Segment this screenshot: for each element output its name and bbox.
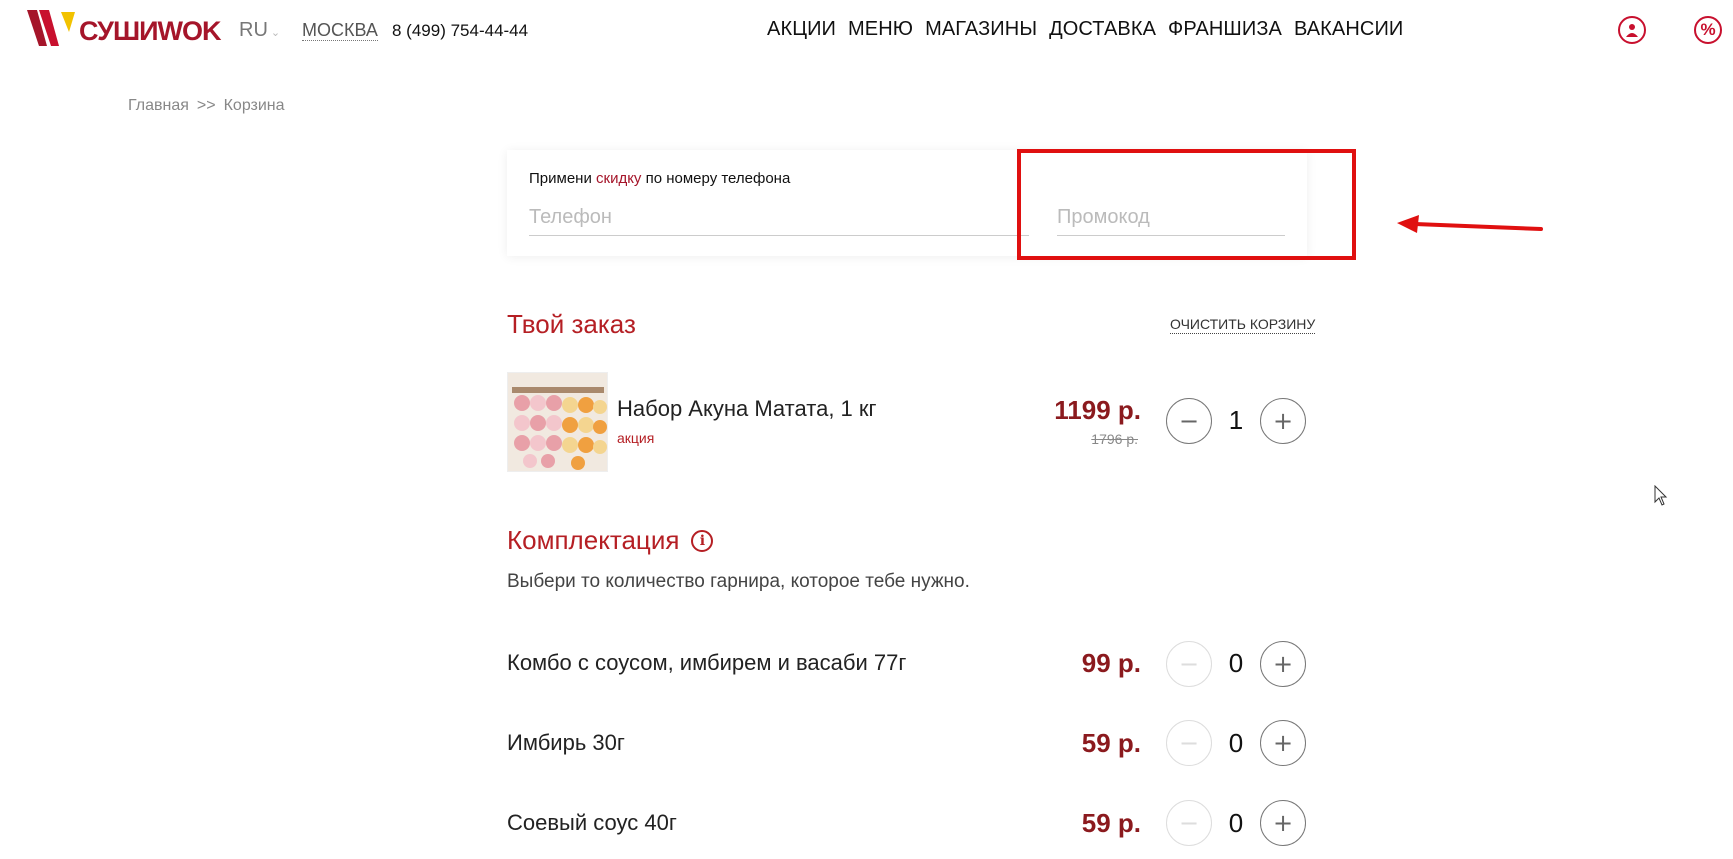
qty-value: 1 — [1228, 405, 1244, 435]
city-selector[interactable]: МОСКВА — [302, 20, 378, 41]
user-icon[interactable] — [1618, 16, 1646, 44]
product-image[interactable] — [507, 372, 608, 472]
completion-title: Комплектация i — [507, 525, 714, 556]
logo-text: СУШИWOK — [79, 16, 221, 46]
breadcrumb-separator: >> — [196, 97, 216, 114]
promo-badge: акция — [617, 430, 655, 446]
addon-plus-button[interactable]: + — [1260, 641, 1306, 687]
addon-qty: 0 — [1228, 648, 1244, 678]
clear-cart-button[interactable]: ОЧИСТИТЬ КОРЗИНУ — [1170, 316, 1316, 334]
breadcrumb-current: Корзина — [223, 97, 285, 114]
language-label: RU — [239, 19, 268, 41]
discount-label-accent: скидку — [596, 170, 642, 187]
nav-item-franchise[interactable]: ФРАНШИЗА — [1168, 18, 1282, 41]
logo-icon — [27, 10, 75, 46]
addon-price: 59 р. — [1081, 728, 1141, 758]
nav-item-promotions[interactable]: АКЦИИ — [767, 18, 836, 41]
discount-label-end: по номеру телефона — [641, 170, 791, 187]
discount-label: Примени скидку по номеру телефона — [529, 170, 790, 187]
addon-minus-button[interactable]: − — [1166, 641, 1212, 687]
discount-label-start: Примени — [529, 170, 596, 187]
addon-name: Соевый соус 40г — [507, 810, 677, 835]
language-selector[interactable]: RU ⌄ — [239, 19, 280, 42]
site-header: СУШИWOK RU ⌄ МОСКВА 8 (499) 754-44-44 АК… — [0, 0, 1733, 62]
nav-item-menu[interactable]: МЕНЮ — [848, 18, 913, 41]
header-phone[interactable]: 8 (499) 754-44-44 — [392, 21, 528, 41]
logo[interactable]: СУШИWOK — [25, 8, 221, 50]
addon-price: 59 р. — [1081, 808, 1141, 838]
breadcrumb: Главная >> Корзина — [128, 97, 285, 115]
phone-input[interactable] — [529, 200, 1029, 236]
addon-name: Комбо с соусом, имбирем и васаби 77г — [507, 650, 907, 675]
sushi-set-image — [508, 373, 607, 471]
addon-minus-button[interactable]: − — [1166, 720, 1212, 766]
highlight-box — [1017, 149, 1356, 260]
info-icon[interactable]: i — [691, 529, 714, 552]
addon-plus-button[interactable]: + — [1260, 720, 1306, 766]
mouse-cursor-icon — [1654, 485, 1668, 506]
main-nav: АКЦИИ МЕНЮ МАГАЗИНЫ ДОСТАВКА ФРАНШИЗА ВА… — [767, 18, 1403, 41]
nav-item-delivery[interactable]: ДОСТАВКА — [1049, 18, 1156, 41]
product-old-price: 1796 р. — [1091, 431, 1138, 447]
nav-item-stores[interactable]: МАГАЗИНЫ — [925, 18, 1037, 41]
addon-price: 99 р. — [1081, 648, 1141, 678]
completion-title-text: Комплектация — [507, 525, 680, 555]
arrow-left-icon — [1397, 215, 1543, 233]
addon-name: Имбирь 30г — [507, 730, 625, 755]
chevron-down-icon: ⌄ — [270, 26, 281, 39]
completion-description: Выбери то количество гарнира, которое те… — [507, 571, 970, 592]
qty-plus-button[interactable]: + — [1260, 398, 1306, 444]
nav-item-vacancies[interactable]: ВАКАНСИИ — [1294, 18, 1403, 41]
addon-qty: 0 — [1228, 728, 1244, 758]
addon-qty: 0 — [1228, 808, 1244, 838]
product-name[interactable]: Набор Акуна Матата, 1 кг — [617, 396, 877, 422]
breadcrumb-home[interactable]: Главная — [128, 97, 189, 115]
qty-minus-button[interactable]: − — [1166, 398, 1212, 444]
order-title: Твой заказ — [507, 309, 636, 339]
product-price: 1199 р. — [1054, 395, 1141, 425]
user-glyph — [1626, 24, 1638, 37]
addon-minus-button[interactable]: − — [1166, 800, 1212, 846]
addon-plus-button[interactable]: + — [1260, 800, 1306, 846]
percent-icon[interactable]: % — [1694, 16, 1722, 44]
